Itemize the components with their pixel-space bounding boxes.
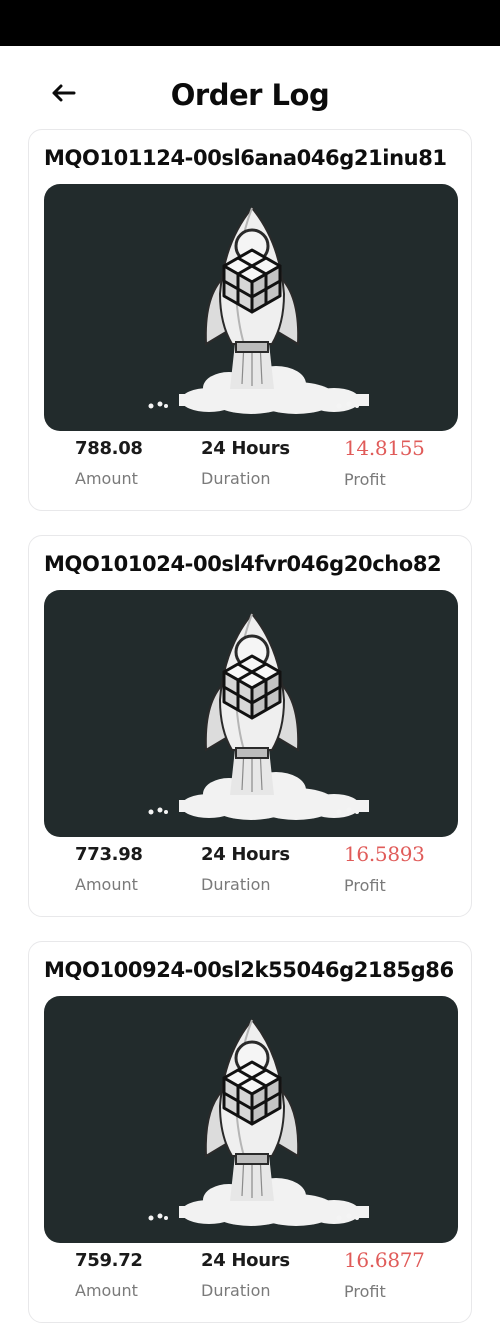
- amount-stat: 788.08 Amount: [75, 438, 143, 488]
- duration-label: Duration: [201, 469, 271, 488]
- profit-label: Profit: [344, 470, 386, 489]
- rocket-image: [44, 184, 458, 431]
- amount-value: 788.08: [75, 438, 143, 459]
- profit-value: 16.5893: [344, 842, 425, 866]
- profit-stat: 14.8155 Profit: [344, 436, 425, 489]
- duration-label: Duration: [201, 1281, 271, 1300]
- duration-stat: 24 Hours Duration: [201, 438, 290, 488]
- amount-stat: 759.72 Amount: [75, 1250, 143, 1300]
- amount-value: 759.72: [75, 1250, 143, 1271]
- duration-stat: 24 Hours Duration: [201, 844, 290, 894]
- order-card[interactable]: MQO101024-00sl4fvr046g20cho82 773.98 Amo…: [28, 535, 472, 917]
- duration-value: 24 Hours: [201, 844, 290, 865]
- profit-label: Profit: [344, 1282, 386, 1301]
- order-id: MQO101024-00sl4fvr046g20cho82: [44, 552, 442, 576]
- rocket-image: [44, 590, 458, 837]
- amount-stat: 773.98 Amount: [75, 844, 143, 894]
- order-id: MQO101124-00sl6ana046g21inu81: [44, 146, 447, 170]
- amount-label: Amount: [75, 875, 138, 894]
- duration-stat: 24 Hours Duration: [201, 1250, 290, 1300]
- profit-value: 14.8155: [344, 436, 425, 460]
- profit-label: Profit: [344, 876, 386, 895]
- profit-value: 16.6877: [344, 1248, 425, 1272]
- duration-value: 24 Hours: [201, 1250, 290, 1271]
- amount-value: 773.98: [75, 844, 143, 865]
- header: Order Log: [0, 62, 500, 126]
- page-title: Order Log: [170, 78, 330, 112]
- amount-label: Amount: [75, 1281, 138, 1300]
- status-bar: [0, 0, 500, 46]
- profit-stat: 16.5893 Profit: [344, 842, 425, 895]
- duration-label: Duration: [201, 875, 271, 894]
- amount-label: Amount: [75, 469, 138, 488]
- duration-value: 24 Hours: [201, 438, 290, 459]
- rocket-image: [44, 996, 458, 1243]
- order-card[interactable]: MQO100924-00sl2k55046g2185g86 759.72 Amo…: [28, 941, 472, 1323]
- profit-stat: 16.6877 Profit: [344, 1248, 425, 1301]
- order-id: MQO100924-00sl2k55046g2185g86: [44, 958, 454, 982]
- order-card[interactable]: MQO101124-00sl6ana046g21inu81 788.08 Amo…: [28, 129, 472, 511]
